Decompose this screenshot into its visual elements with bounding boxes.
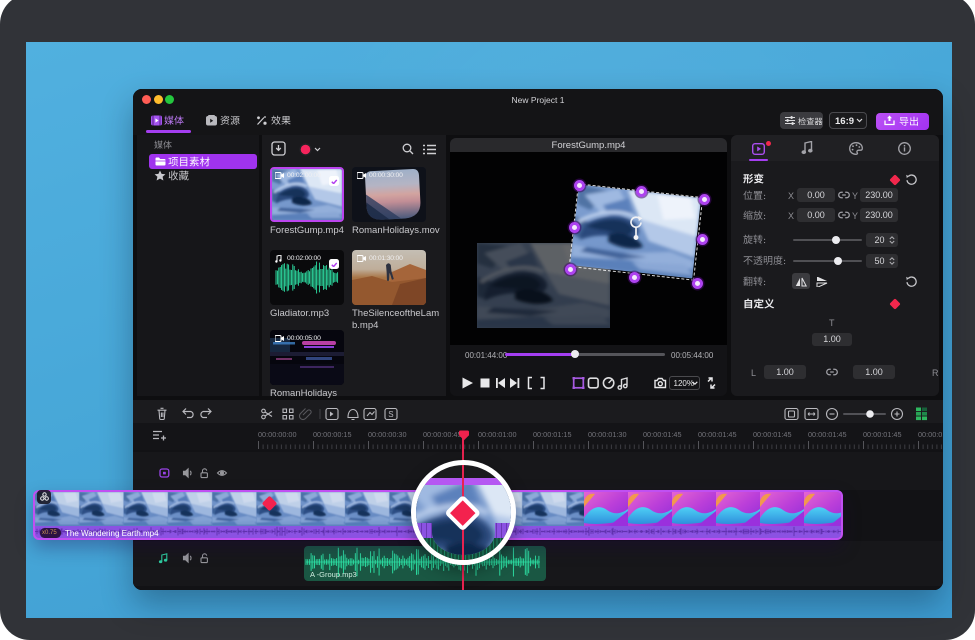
svg-text:S: S: [388, 410, 393, 419]
svg-text:120%: 120%: [674, 379, 694, 388]
